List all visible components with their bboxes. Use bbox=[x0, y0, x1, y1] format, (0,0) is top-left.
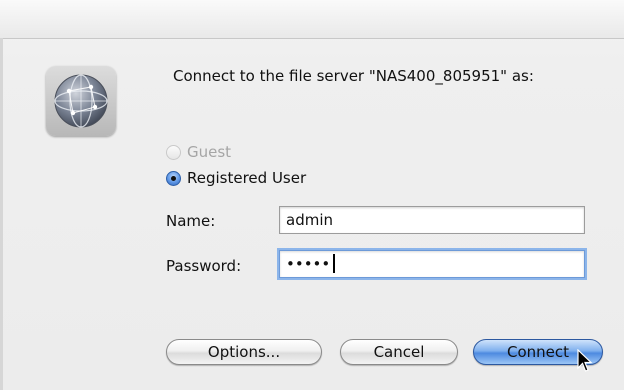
name-field[interactable] bbox=[279, 206, 585, 234]
cancel-button[interactable]: Cancel bbox=[340, 339, 458, 365]
guest-label: Guest bbox=[187, 143, 232, 161]
guest-radio bbox=[166, 144, 181, 160]
network-globe-icon bbox=[46, 66, 116, 136]
pointer-cursor-icon bbox=[577, 348, 593, 377]
options-button[interactable]: Options... bbox=[166, 339, 322, 365]
password-label: Password: bbox=[166, 257, 242, 275]
registered-user-radio[interactable] bbox=[166, 170, 181, 186]
dialog-prompt: Connect to the file server "NAS400_80595… bbox=[173, 67, 534, 85]
guest-option: Guest bbox=[166, 141, 231, 163]
title-bar[interactable] bbox=[0, 0, 624, 39]
registered-user-option[interactable]: Registered User bbox=[166, 167, 306, 189]
window-edge bbox=[0, 38, 3, 390]
connect-to-server-dialog: Connect to the file server "NAS400_80595… bbox=[0, 0, 624, 390]
password-field[interactable] bbox=[279, 250, 585, 278]
registered-user-label[interactable]: Registered User bbox=[187, 169, 306, 187]
name-label: Name: bbox=[166, 212, 216, 230]
text-caret bbox=[333, 254, 335, 273]
